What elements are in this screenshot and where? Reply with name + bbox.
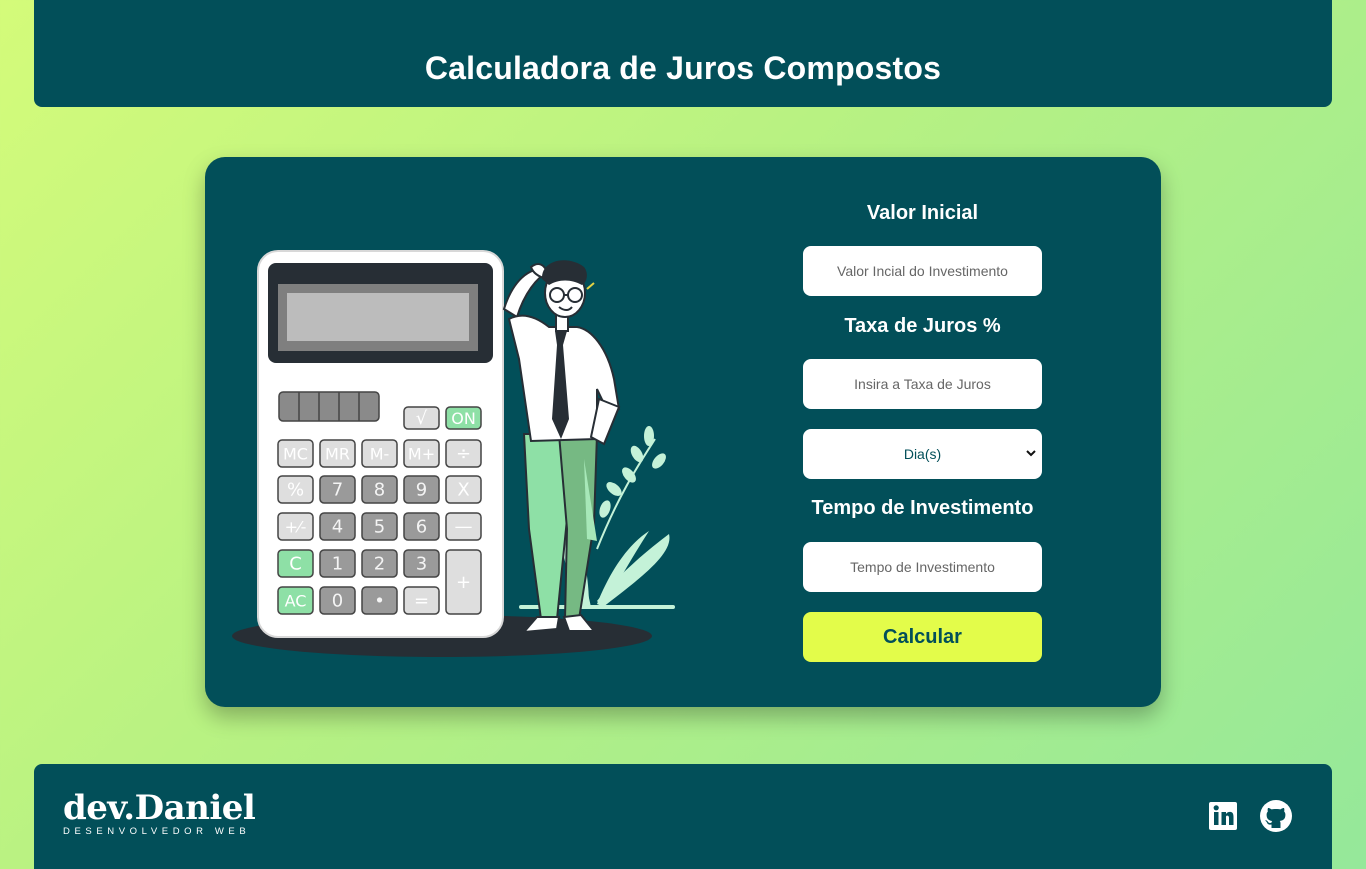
row3-3-key-label: 6 (416, 517, 427, 538)
time-input[interactable]: Tempo de Investimento (803, 542, 1042, 592)
mem-3-key-label: M+ (408, 445, 435, 464)
row5-1-key-label: 0 (332, 591, 343, 612)
row5-2-key-label: • (374, 591, 385, 612)
initial-value-placeholder: Valor Incial do Investimento (837, 263, 1008, 279)
calculate-button[interactable]: Calcular (803, 612, 1042, 662)
period-selected-value: Dia(s) (903, 446, 942, 462)
sqrt-key-label: √ (416, 408, 428, 429)
time-label: Tempo de Investimento (811, 497, 1034, 519)
man-figure (502, 260, 621, 634)
linkedin-icon[interactable] (1205, 798, 1241, 834)
row4-1-key-label: 1 (332, 554, 343, 575)
period-select[interactable]: Dia(s) (803, 429, 1042, 479)
row4-3-key-label: 3 (416, 554, 427, 575)
calculator-display (287, 293, 469, 341)
row2-2-key-label: 8 (374, 480, 385, 501)
mem-4-key-label: ÷ (456, 444, 471, 465)
calculator-card: √ ON MC MR M- M+ ÷% 7 8 9 X +⁄- 4 5 6 — C 1 2 3 + AC 0 • = (205, 157, 1161, 707)
page-header: Calculadora de Juros Compostos (34, 0, 1332, 107)
row4-2-key-label: 2 (374, 554, 385, 575)
row5-3-key-label: = (414, 591, 429, 612)
row2-3-key-label: 9 (416, 480, 427, 501)
row3-1-key-label: 4 (332, 517, 343, 538)
rate-input[interactable]: Insira a Taxa de Juros (803, 359, 1042, 409)
calculator-illustration: √ ON MC MR M- M+ ÷% 7 8 9 X +⁄- 4 5 6 — C 1 2 3 + AC 0 • = (232, 250, 675, 657)
plus-key-label: + (456, 572, 471, 593)
row2-0-key-label: % (287, 480, 304, 501)
time-placeholder: Tempo de Investimento (850, 559, 995, 575)
row3-0-key-label: +⁄- (285, 518, 307, 537)
row3-2-key-label: 5 (374, 517, 385, 538)
chevron-down-icon (1026, 450, 1036, 457)
mem-1-key-label: MR (325, 445, 350, 464)
brand-logo[interactable]: dev.Daniel DESENVOLVEDOR WEB (63, 788, 256, 837)
logo-name: dev.Daniel (63, 788, 256, 828)
initial-value-input[interactable]: Valor Incial do Investimento (803, 246, 1042, 296)
row4-0-key-label: C (289, 554, 302, 575)
mem-2-key-label: M- (370, 445, 390, 464)
page-title: Calculadora de Juros Compostos (424, 50, 942, 86)
github-icon[interactable] (1258, 798, 1294, 834)
mem-0-key-label: MC (283, 445, 308, 464)
rate-placeholder: Insira a Taxa de Juros (854, 376, 991, 392)
row5-0-key-label: AC (285, 592, 307, 611)
page-footer: dev.Daniel DESENVOLVEDOR WEB (34, 764, 1332, 869)
on-key-label: ON (451, 409, 476, 428)
row3-4-key-label: — (455, 517, 473, 538)
row2-1-key-label: 7 (332, 480, 343, 501)
logo-tagline: DESENVOLVEDOR WEB (63, 826, 251, 837)
row2-4-key-label: X (457, 480, 469, 501)
rate-label: Taxa de Juros % (844, 315, 1001, 337)
initial-value-label: Valor Inicial (866, 202, 979, 224)
